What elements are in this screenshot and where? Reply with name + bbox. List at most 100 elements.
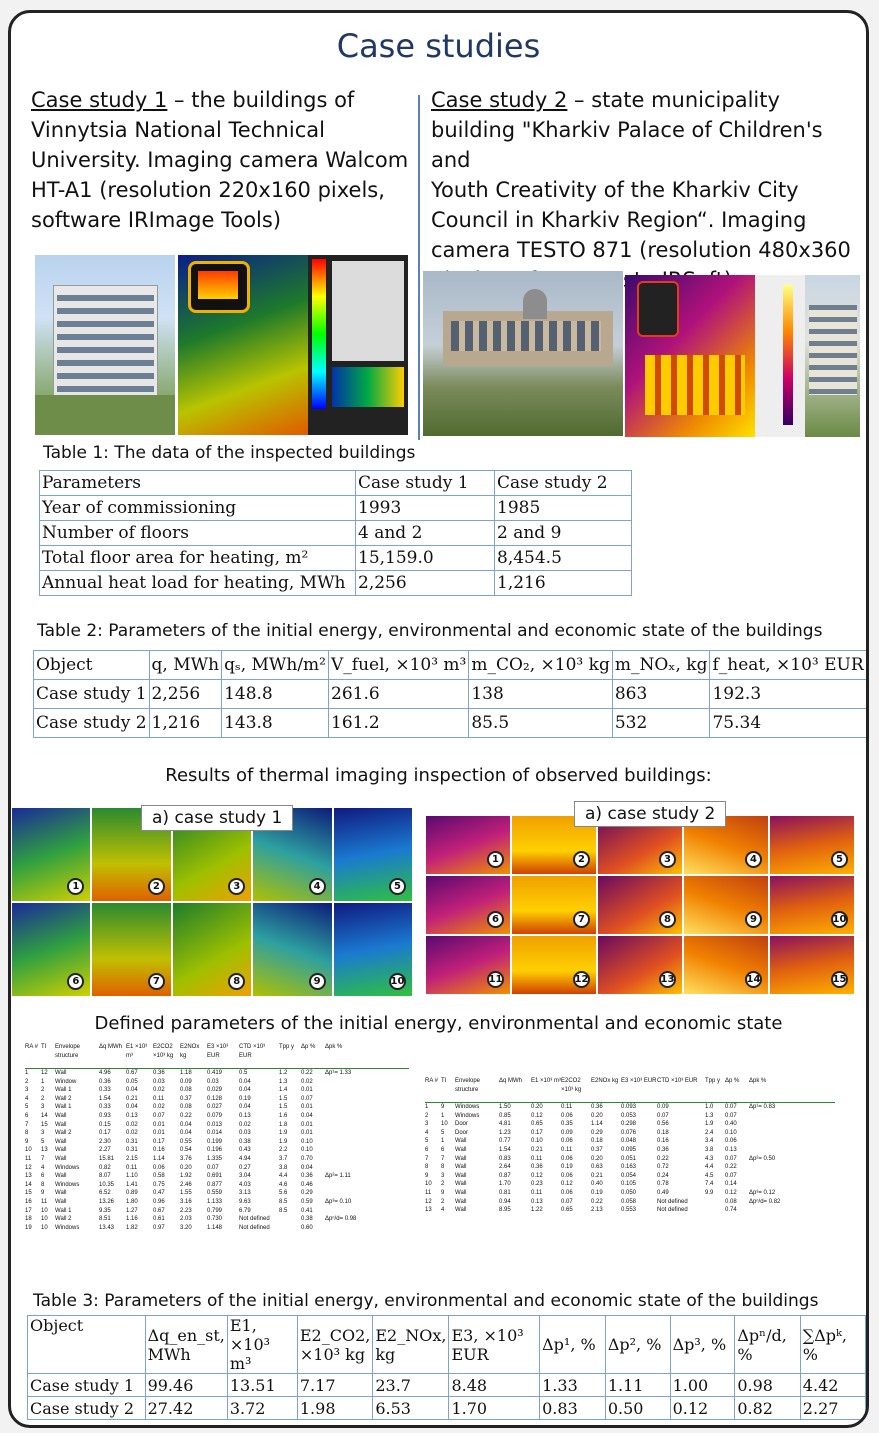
ra-table-cell: 0.13 [725, 1146, 737, 1153]
ra-table-cell: 4.4 [279, 1173, 288, 1180]
ra-table-cell: 0.06 [561, 1189, 573, 1196]
ra-table-cell: 0.553 [621, 1207, 637, 1214]
ra-table-cell: 0.13 [531, 1198, 543, 1205]
ra-table-cell: 0.33 [99, 1104, 111, 1111]
ra-table-cell: 0.36 [99, 1078, 111, 1085]
ra-table-cell: 0.21 [126, 1095, 138, 1102]
ra-table-cell: 0.38 [239, 1138, 251, 1145]
ra-table-cell: 8.95 [499, 1207, 511, 1214]
ra-table-cell: 5 [25, 1104, 29, 1111]
ra-table-cell: 1.148 [207, 1224, 223, 1231]
ra-table-cell: 0.19 [591, 1189, 603, 1196]
ra-table-cell: 0.22 [725, 1164, 737, 1171]
table3: Object Δq_en_st, MWh E1, ×10³ m³ E2_CO2,… [27, 1315, 866, 1420]
ra-table-cell: 0.053 [621, 1112, 637, 1119]
building-photo-case1 [35, 255, 175, 435]
ra-table-cell: 0.37 [180, 1095, 192, 1102]
ra-table-cell: 0.77 [499, 1138, 511, 1145]
ra-table-cell: 0.58 [153, 1173, 165, 1180]
ra-table-cell: 0.21 [591, 1172, 603, 1179]
ra-table-cell: 4.4 [705, 1164, 714, 1171]
ra-table-cell: Δp³= 0.10 [325, 1198, 352, 1205]
ra-table-cell: 0.10 [301, 1138, 313, 1145]
ra-table-case1: RA # TI Envelope structure Δq MWh E1 ×10³ m³… [25, 1043, 409, 1232]
ra-table-cell: 2.2 [279, 1147, 288, 1154]
ra-table-cell: 0.10 [725, 1129, 737, 1136]
ra-table-cell: 0.29 [301, 1190, 313, 1197]
case1-heading: Case study 1 [31, 88, 168, 112]
ra-table-cell: 1.10 [126, 1173, 138, 1180]
ra-table-row: 15 9 Wall 6.52 0.89 0.47 1.55 0.559 3.13 5.6 0.29 [25, 1189, 409, 1198]
table-row: Case study 2 1,216 143.8 161.2 85.5 532 … [33, 708, 866, 738]
ra-table-cell: CTD ×10³ EUR [239, 1044, 266, 1059]
ra-table-cell: 0.08 [180, 1087, 192, 1094]
table3-header-cell: Δp¹, % [539, 1315, 606, 1374]
image-number-badge: 7 [573, 911, 590, 928]
ra-table-cell: 0.029 [207, 1087, 223, 1094]
ra-table-cell: 4.3 [705, 1155, 714, 1162]
thermal-software-screen-case1 [308, 255, 408, 435]
ra-table-cell: 4.5 [705, 1172, 714, 1179]
ra-table-row: 4 5 Door 1.23 0.17 0.09 0.29 0.076 0.18 2.4 0.10 [425, 1129, 835, 1138]
ra-table-cell: 3 [425, 1121, 429, 1128]
image-number-badge: 5 [389, 878, 406, 895]
ra-table-cell: 1.27 [126, 1207, 138, 1214]
table-cell: 192.3 [709, 679, 866, 709]
ra-table-cell: 1.4 [279, 1087, 288, 1094]
ra-table-cell: Wall [55, 1070, 67, 1076]
ra-table-row: 5 3 Wall 1 0.33 0.04 0.02 0.08 0.027 0.04 1.5 0.01 [25, 1103, 409, 1112]
ra-table-cell: 0.22 [591, 1198, 603, 1205]
ra-table-cell: Wall [455, 1146, 467, 1153]
ra-table-cell: 0.027 [207, 1104, 223, 1111]
table-cell: 1,216 [494, 570, 632, 596]
ra-table-cell: Wall [55, 1147, 67, 1154]
table-cell: 0.82 [734, 1396, 801, 1420]
table-cell: 99.46 [144, 1373, 228, 1397]
ra-table-cell: 0.07 [725, 1112, 737, 1119]
ra-table-cell: 0.298 [621, 1121, 637, 1128]
table-cell: 85.5 [468, 708, 613, 738]
ra-table-cell: 6.79 [239, 1207, 251, 1214]
ra-table-cell: 0.31 [126, 1147, 138, 1154]
ra-table-header-row: RA # TI Envelope structure Δq MWh E1 ×10³ m³… [25, 1043, 409, 1069]
ra-table-cell: Window [55, 1078, 77, 1085]
ra-table-cell: 0.07 [207, 1164, 219, 1171]
ra-table-cell: 0.74 [725, 1207, 737, 1214]
image-number-badge: 4 [745, 851, 762, 868]
ra-table-cell: 0.78 [657, 1181, 669, 1188]
case1-line: software IRImage Tools) [31, 208, 282, 232]
ra-table-cell: 1.70 [499, 1181, 511, 1188]
ra-table-cell: 1.6 [279, 1112, 288, 1119]
table2-caption: Table 2: Parameters of the initial energ… [37, 621, 823, 641]
ra-table-cell: Δq MWh [99, 1044, 123, 1050]
ra-table-cell: 0.11 [531, 1189, 543, 1196]
table-cell: 0.50 [604, 1396, 671, 1420]
ra-table-cell: 0.41 [301, 1207, 313, 1214]
ra-table-cell: 8.5 [279, 1207, 288, 1214]
ra-table-cell: 0.93 [99, 1112, 111, 1119]
table-cell: 1.70 [448, 1396, 541, 1420]
ra-table-cell: CTD ×10³ EUR [657, 1078, 698, 1084]
image-number-badge: 5 [831, 851, 848, 868]
ra-table-cell: 8.5 [279, 1198, 288, 1205]
table-cell: Number of floors [39, 520, 356, 546]
ra-table-cell: 0.03 [207, 1078, 219, 1085]
ra-table-cell: 0.07 [301, 1095, 313, 1102]
table-cell: 8,454.5 [494, 545, 632, 571]
ra-table-cell: 11 [25, 1155, 32, 1162]
ra-table-row: 6 14 Wall 0.93 0.13 0.07 0.22 0.079 0.13 1.6 0.04 [25, 1112, 409, 1121]
ra-table-cell: 0.051 [621, 1155, 637, 1162]
ra-table-cell: 0.799 [207, 1207, 223, 1214]
image-number-badge: 9 [745, 911, 762, 928]
ra-table-cell: 0.12 [561, 1181, 573, 1188]
ra-table-cell: 17 [25, 1207, 32, 1214]
ra-table-cell: 0.40 [725, 1121, 737, 1128]
ra-table-cell: 0.07 [153, 1112, 165, 1119]
ra-table-cell: 1.18 [180, 1070, 192, 1076]
ra-table-cell: 1.14 [591, 1121, 603, 1128]
ra-table-cell: 0.20 [591, 1112, 603, 1119]
ra-table-cell: 4.96 [99, 1070, 111, 1076]
ra-table-cell: 5 [425, 1138, 429, 1145]
ra-table-cell: Wall [55, 1190, 67, 1197]
ra-table-cell: 1.335 [207, 1155, 223, 1162]
